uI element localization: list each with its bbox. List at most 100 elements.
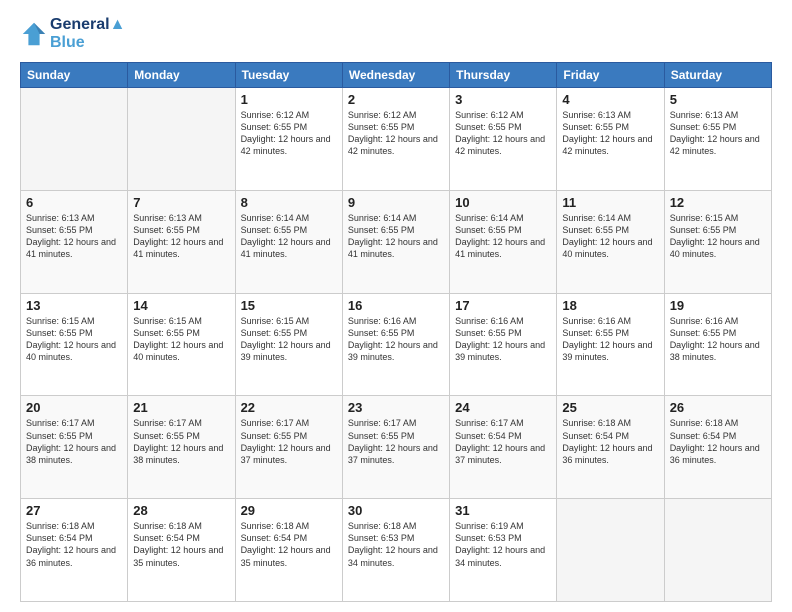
day-cell: 8 Sunrise: 6:14 AM Sunset: 6:55 PM Daylig…	[235, 190, 342, 293]
day-number: 18	[562, 298, 658, 313]
day-number: 16	[348, 298, 444, 313]
day-number: 10	[455, 195, 551, 210]
day-info: Sunrise: 6:17 AM Sunset: 6:55 PM Dayligh…	[241, 417, 337, 466]
day-number: 26	[670, 400, 766, 415]
logo: General▲ Blue	[20, 16, 125, 52]
weekday-header-row: SundayMondayTuesdayWednesdayThursdayFrid…	[21, 63, 772, 88]
day-cell: 25 Sunrise: 6:18 AM Sunset: 6:54 PM Dayli…	[557, 396, 664, 499]
day-cell: 4 Sunrise: 6:13 AM Sunset: 6:55 PM Daylig…	[557, 88, 664, 191]
day-number: 27	[26, 503, 122, 518]
weekday-sunday: Sunday	[21, 63, 128, 88]
day-number: 22	[241, 400, 337, 415]
logo-text: General▲ Blue	[50, 16, 125, 52]
day-cell: 26 Sunrise: 6:18 AM Sunset: 6:54 PM Dayli…	[664, 396, 771, 499]
day-number: 7	[133, 195, 229, 210]
weekday-saturday: Saturday	[664, 63, 771, 88]
day-number: 3	[455, 92, 551, 107]
day-info: Sunrise: 6:18 AM Sunset: 6:54 PM Dayligh…	[241, 520, 337, 569]
day-number: 23	[348, 400, 444, 415]
day-number: 21	[133, 400, 229, 415]
day-info: Sunrise: 6:16 AM Sunset: 6:55 PM Dayligh…	[670, 315, 766, 364]
weekday-thursday: Thursday	[450, 63, 557, 88]
weekday-tuesday: Tuesday	[235, 63, 342, 88]
day-cell: 24 Sunrise: 6:17 AM Sunset: 6:54 PM Dayli…	[450, 396, 557, 499]
day-number: 4	[562, 92, 658, 107]
day-cell: 23 Sunrise: 6:17 AM Sunset: 6:55 PM Dayli…	[342, 396, 449, 499]
day-cell: 16Sunrise: 6:16 AM Sunset: 6:55 PM Dayli…	[342, 293, 449, 396]
day-number: 14	[133, 298, 229, 313]
day-info: Sunrise: 6:18 AM Sunset: 6:54 PM Dayligh…	[133, 520, 229, 569]
weekday-wednesday: Wednesday	[342, 63, 449, 88]
day-info: Sunrise: 6:18 AM Sunset: 6:54 PM Dayligh…	[670, 417, 766, 466]
day-info: Sunrise: 6:17 AM Sunset: 6:55 PM Dayligh…	[26, 417, 122, 466]
day-number: 29	[241, 503, 337, 518]
week-row-2: 6 Sunrise: 6:13 AM Sunset: 6:55 PM Daylig…	[21, 190, 772, 293]
day-cell: 18 Sunrise: 6:16 AM Sunset: 6:55 PM Dayli…	[557, 293, 664, 396]
day-number: 15	[241, 298, 337, 313]
day-cell: 10 Sunrise: 6:14 AM Sunset: 6:55 PM Dayli…	[450, 190, 557, 293]
day-info: Sunrise: 6:14 AM Sunset: 6:55 PM Dayligh…	[241, 212, 337, 261]
day-cell: 30Sunrise: 6:18 AM Sunset: 6:53 PM Dayli…	[342, 499, 449, 602]
day-number: 6	[26, 195, 122, 210]
day-cell: 9Sunrise: 6:14 AM Sunset: 6:55 PM Daylig…	[342, 190, 449, 293]
day-number: 8	[241, 195, 337, 210]
day-number: 12	[670, 195, 766, 210]
day-cell: 7 Sunrise: 6:13 AM Sunset: 6:55 PM Daylig…	[128, 190, 235, 293]
week-row-3: 13 Sunrise: 6:15 AM Sunset: 6:55 PM Dayli…	[21, 293, 772, 396]
day-cell: 5 Sunrise: 6:13 AM Sunset: 6:55 PM Daylig…	[664, 88, 771, 191]
day-number: 2	[348, 92, 444, 107]
day-info: Sunrise: 6:14 AM Sunset: 6:55 PM Dayligh…	[562, 212, 658, 261]
day-info: Sunrise: 6:16 AM Sunset: 6:55 PM Dayligh…	[455, 315, 551, 364]
day-info: Sunrise: 6:13 AM Sunset: 6:55 PM Dayligh…	[26, 212, 122, 261]
day-info: Sunrise: 6:17 AM Sunset: 6:55 PM Dayligh…	[348, 417, 444, 466]
day-number: 19	[670, 298, 766, 313]
day-info: Sunrise: 6:12 AM Sunset: 6:55 PM Dayligh…	[455, 109, 551, 158]
day-cell: 22 Sunrise: 6:17 AM Sunset: 6:55 PM Dayli…	[235, 396, 342, 499]
day-info: Sunrise: 6:18 AM Sunset: 6:54 PM Dayligh…	[26, 520, 122, 569]
day-number: 9	[348, 195, 444, 210]
day-cell: 20 Sunrise: 6:17 AM Sunset: 6:55 PM Dayli…	[21, 396, 128, 499]
day-cell: 31 Sunrise: 6:19 AM Sunset: 6:53 PM Dayli…	[450, 499, 557, 602]
day-info: Sunrise: 6:16 AM Sunset: 6:55 PM Dayligh…	[562, 315, 658, 364]
day-number: 1	[241, 92, 337, 107]
day-info: Sunrise: 6:17 AM Sunset: 6:55 PM Dayligh…	[133, 417, 229, 466]
day-number: 24	[455, 400, 551, 415]
day-cell	[664, 499, 771, 602]
day-info: Sunrise: 6:14 AM Sunset: 6:55 PM Dayligh…	[455, 212, 551, 261]
day-number: 13	[26, 298, 122, 313]
day-info: Sunrise: 6:15 AM Sunset: 6:55 PM Dayligh…	[241, 315, 337, 364]
day-number: 11	[562, 195, 658, 210]
day-info: Sunrise: 6:13 AM Sunset: 6:55 PM Dayligh…	[670, 109, 766, 158]
day-cell: 2Sunrise: 6:12 AM Sunset: 6:55 PM Daylig…	[342, 88, 449, 191]
day-number: 5	[670, 92, 766, 107]
calendar-table: SundayMondayTuesdayWednesdayThursdayFrid…	[20, 62, 772, 602]
day-info: Sunrise: 6:13 AM Sunset: 6:55 PM Dayligh…	[562, 109, 658, 158]
page: General▲ Blue SundayMondayTuesdayWednesd…	[0, 0, 792, 612]
day-cell: 3 Sunrise: 6:12 AM Sunset: 6:55 PM Daylig…	[450, 88, 557, 191]
weekday-friday: Friday	[557, 63, 664, 88]
day-info: Sunrise: 6:19 AM Sunset: 6:53 PM Dayligh…	[455, 520, 551, 569]
day-number: 20	[26, 400, 122, 415]
day-info: Sunrise: 6:15 AM Sunset: 6:55 PM Dayligh…	[670, 212, 766, 261]
day-cell: 29 Sunrise: 6:18 AM Sunset: 6:54 PM Dayli…	[235, 499, 342, 602]
day-info: Sunrise: 6:13 AM Sunset: 6:55 PM Dayligh…	[133, 212, 229, 261]
day-cell: 6 Sunrise: 6:13 AM Sunset: 6:55 PM Daylig…	[21, 190, 128, 293]
day-number: 28	[133, 503, 229, 518]
day-cell: 28 Sunrise: 6:18 AM Sunset: 6:54 PM Dayli…	[128, 499, 235, 602]
day-number: 31	[455, 503, 551, 518]
week-row-4: 20 Sunrise: 6:17 AM Sunset: 6:55 PM Dayli…	[21, 396, 772, 499]
day-info: Sunrise: 6:18 AM Sunset: 6:53 PM Dayligh…	[348, 520, 444, 569]
day-cell: 15 Sunrise: 6:15 AM Sunset: 6:55 PM Dayli…	[235, 293, 342, 396]
day-cell: 12 Sunrise: 6:15 AM Sunset: 6:55 PM Dayli…	[664, 190, 771, 293]
day-number: 25	[562, 400, 658, 415]
day-cell: 27 Sunrise: 6:18 AM Sunset: 6:54 PM Dayli…	[21, 499, 128, 602]
week-row-1: 1 Sunrise: 6:12 AM Sunset: 6:55 PM Daylig…	[21, 88, 772, 191]
day-cell	[21, 88, 128, 191]
day-info: Sunrise: 6:18 AM Sunset: 6:54 PM Dayligh…	[562, 417, 658, 466]
day-cell: 13Sunrise: 6:15 AM Sunset: 6:55 PM Dayli…	[21, 293, 128, 396]
header: General▲ Blue	[20, 16, 772, 52]
weekday-monday: Monday	[128, 63, 235, 88]
day-info: Sunrise: 6:17 AM Sunset: 6:54 PM Dayligh…	[455, 417, 551, 466]
day-info: Sunrise: 6:12 AM Sunset: 6:55 PM Dayligh…	[241, 109, 337, 158]
day-cell: 14Sunrise: 6:15 AM Sunset: 6:55 PM Dayli…	[128, 293, 235, 396]
